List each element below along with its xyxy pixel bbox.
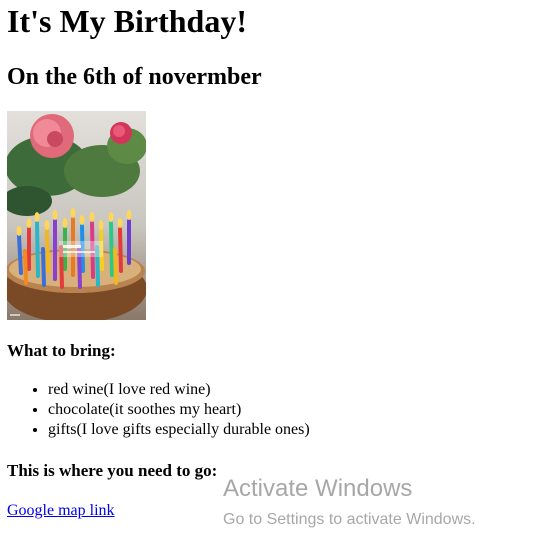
birthday-cake-photo <box>7 111 146 320</box>
list-item: chocolate(it soothes my heart) <box>48 400 310 420</box>
birthday-cake-image <box>7 111 146 320</box>
google-map-link[interactable]: Google map link <box>7 501 115 521</box>
page-subtitle: On the 6th of novermber <box>7 64 262 90</box>
list-item: gifts(I love gifts especially durable on… <box>48 420 310 440</box>
watermark-title: Activate Windows <box>223 475 413 502</box>
page-title: It's My Birthday! <box>7 3 247 39</box>
location-heading: This is where you need to go: <box>7 461 218 480</box>
list-item: red wine(I love red wine) <box>48 380 310 400</box>
watermark-subtitle: Go to Settings to activate Windows. <box>223 511 476 528</box>
activate-windows-watermark: Activate Windows Go to Settings to activ… <box>223 475 476 530</box>
what-to-bring-heading: What to bring: <box>7 341 116 360</box>
bring-list: red wine(I love red wine) chocolate(it s… <box>7 380 310 440</box>
